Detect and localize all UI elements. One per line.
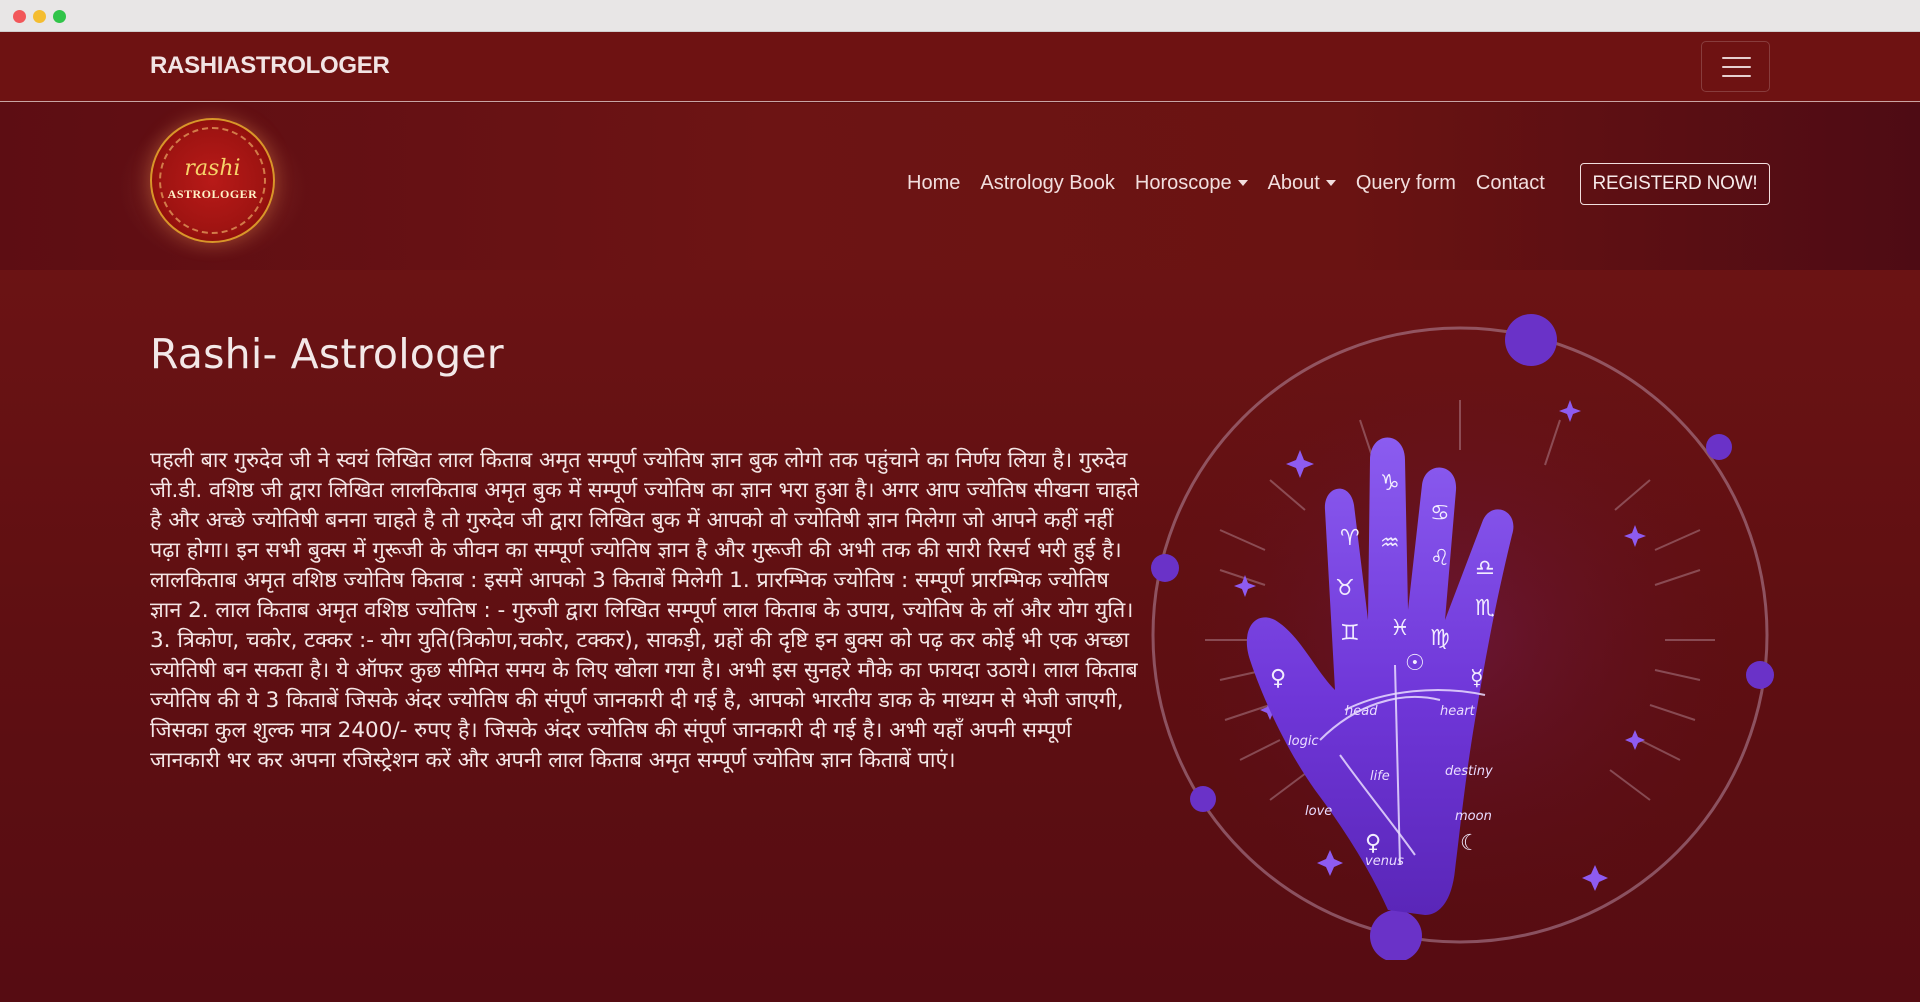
svg-text:♌: ♌	[1430, 546, 1450, 571]
palm-label-logic: logic	[1288, 734, 1319, 749]
top-bar: RASHIASTROLOGER	[0, 32, 1920, 102]
hero-description: पहली बार गुरुदेव जी ने स्वयं लिखित लाल क…	[150, 448, 1139, 773]
hamburger-menu-icon	[1722, 57, 1751, 59]
palm-label-destiny: destiny	[1445, 764, 1493, 779]
svg-text:♉: ♉	[1335, 576, 1355, 601]
svg-text:☉: ☉	[1405, 651, 1425, 676]
page-title: Rashi- Astrologer	[150, 330, 504, 378]
palm-label-life: life	[1370, 769, 1390, 784]
close-window-icon[interactable]	[13, 10, 26, 23]
brand-link[interactable]: RASHIASTROLOGER	[150, 52, 390, 80]
nav-about-dropdown[interactable]: About	[1268, 172, 1336, 195]
svg-text:♀: ♀	[1365, 831, 1381, 856]
palm-label-moon: moon	[1455, 809, 1492, 824]
palm-label-venus: venus	[1365, 854, 1404, 869]
svg-text:♓: ♓	[1390, 616, 1410, 641]
browser-chrome	[0, 0, 1920, 32]
nav-astrology-book[interactable]: Astrology Book	[980, 172, 1115, 195]
nav-links: Home Astrology Book Horoscope About Quer…	[907, 163, 1565, 203]
hero-section: Rashi- Astrologer पहली बार गुरुदेव जी ने…	[0, 270, 1920, 1002]
nav-home[interactable]: Home	[907, 172, 960, 195]
nav-about-label: About	[1267, 171, 1320, 194]
hamburger-menu-button[interactable]	[1701, 41, 1770, 92]
svg-text:♍: ♍	[1430, 626, 1450, 651]
nav-horoscope-dropdown[interactable]: Horoscope	[1135, 172, 1248, 195]
svg-text:♎: ♎	[1475, 556, 1495, 581]
svg-text:♒: ♒	[1380, 531, 1400, 556]
svg-text:♈: ♈	[1340, 526, 1360, 551]
palm-label-heart: heart	[1440, 704, 1476, 719]
nav-contact[interactable]: Contact	[1476, 172, 1545, 195]
palm-hand-illustration: head heart logic life destiny love moon …	[1150, 314, 1774, 960]
caret-down-icon	[1237, 180, 1248, 186]
main-navbar: rashi ASTROLOGER Home Astrology Book Hor…	[0, 103, 1920, 270]
svg-text:♏: ♏	[1475, 596, 1495, 621]
nav-horoscope-label: Horoscope	[1134, 171, 1232, 194]
caret-down-icon	[1325, 180, 1336, 186]
palm-label-head: head	[1345, 704, 1378, 719]
logo-text-rashi: rashi	[184, 156, 241, 181]
nav-query-form[interactable]: Query form	[1356, 172, 1456, 195]
palm-label-love: love	[1305, 804, 1332, 819]
minimize-window-icon[interactable]	[33, 10, 46, 23]
site-logo[interactable]: rashi ASTROLOGER	[150, 118, 275, 243]
register-now-button[interactable]: REGISTERD NOW!	[1580, 163, 1770, 205]
svg-text:♋: ♋	[1430, 501, 1450, 526]
svg-text:☿: ☿	[1470, 666, 1484, 691]
svg-text:♀: ♀	[1270, 666, 1286, 691]
maximize-window-icon[interactable]	[53, 10, 66, 23]
svg-text:♊: ♊	[1340, 621, 1360, 646]
svg-text:♑: ♑	[1380, 471, 1400, 496]
svg-text:☾: ☾	[1460, 831, 1480, 856]
logo-text-astrologer: ASTROLOGER	[167, 187, 258, 201]
